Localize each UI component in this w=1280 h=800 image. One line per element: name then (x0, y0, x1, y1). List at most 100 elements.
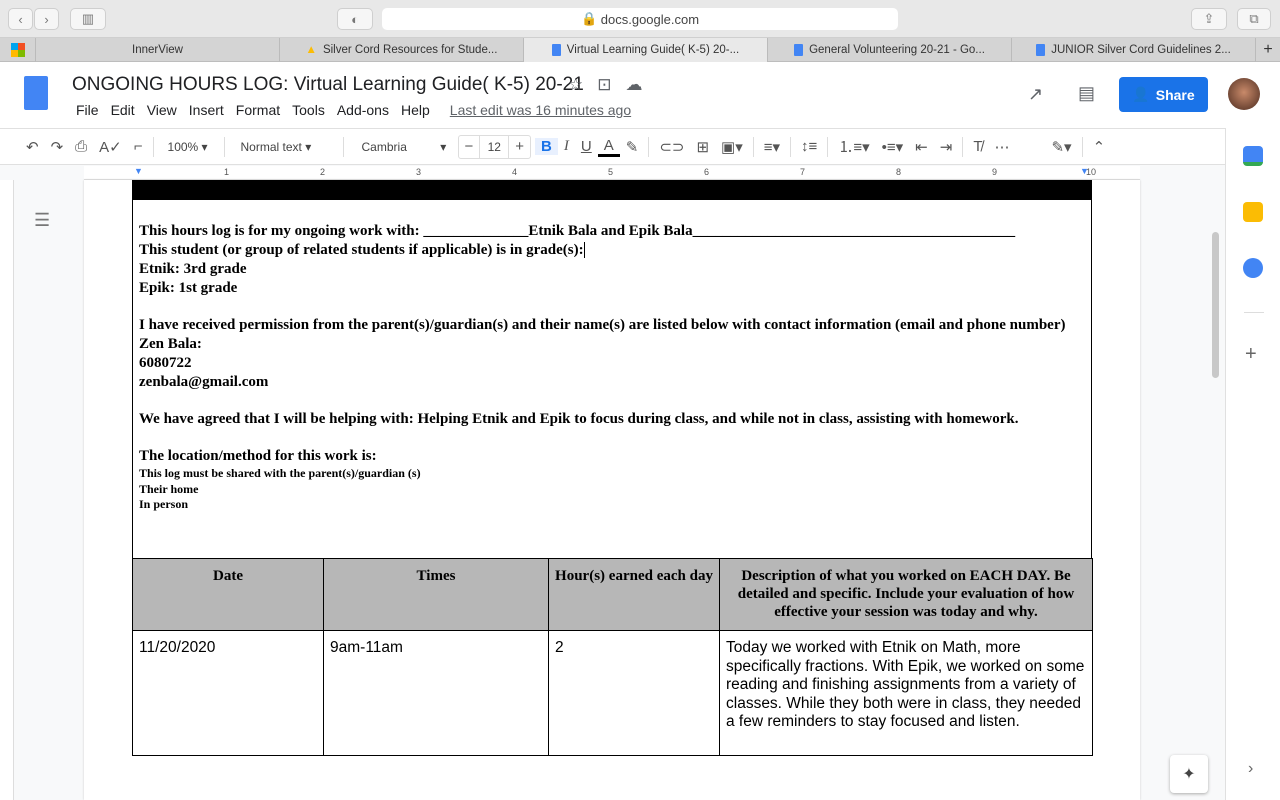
explore-button[interactable]: ✦ (1170, 755, 1208, 793)
menu-help[interactable]: Help (395, 102, 436, 118)
share-sheet-icon[interactable]: ⇪ (1191, 8, 1227, 30)
menu-file[interactable]: File (70, 102, 105, 118)
paint-format-icon[interactable]: ⌐ (128, 138, 149, 155)
add-comment-icon[interactable]: ⊞ (690, 138, 715, 156)
url-text: docs.google.com (600, 11, 700, 27)
menu-addons[interactable]: Add-ons (331, 102, 395, 118)
document-body[interactable]: This hours log is for my ongoing work wi… (139, 222, 1079, 513)
collapse-menus-icon[interactable]: ⌃ (1087, 138, 1112, 156)
last-edit-link[interactable]: Last edit was 16 minutes ago (444, 102, 637, 118)
calendar-icon[interactable] (1243, 146, 1263, 166)
increase-font-size-button[interactable]: + (509, 138, 530, 155)
spellcheck-icon[interactable]: A✓ (93, 138, 128, 156)
parent-name: Zen Bala: (139, 336, 202, 352)
cell-description[interactable]: Today we worked with Etnik on Math, more… (719, 630, 1093, 756)
document-outline-icon[interactable]: ☰ (34, 210, 50, 231)
tasks-icon[interactable] (1243, 258, 1263, 278)
menu-insert[interactable]: Insert (183, 102, 230, 118)
text-color-button[interactable]: A (597, 137, 620, 157)
cell-times[interactable]: 9am-11am (323, 630, 549, 756)
student-grade: Epik: 1st grade (139, 280, 238, 296)
tab-innerview[interactable]: InnerView (36, 38, 280, 62)
tabs-overview-icon[interactable]: ⧉ (1237, 8, 1271, 30)
undo-icon[interactable]: ↶ (20, 138, 45, 156)
font-size-input[interactable]: 12 (479, 135, 510, 158)
menu-format[interactable]: Format (230, 102, 286, 118)
document-title[interactable]: ONGOING HOURS LOG: Virtual Learning Guid… (72, 74, 584, 96)
tab-junior-silver-cord[interactable]: JUNIOR Silver Cord Guidelines 2... (1012, 38, 1256, 62)
cell-hours[interactable]: 2 (548, 630, 720, 756)
back-button[interactable]: ‹ (8, 8, 33, 30)
increase-indent-icon[interactable]: ⇥ (934, 138, 959, 156)
hours-log-table: Date Times Hour(s) earned each day Descr… (132, 558, 1093, 756)
header-description: Description of what you worked on EACH D… (719, 558, 1093, 631)
clear-formatting-icon[interactable]: T̸ (967, 138, 988, 155)
apps-grid-icon[interactable] (0, 38, 36, 62)
table-row: 11/20/2020 9am-11am 2 Today we worked wi… (132, 630, 1093, 756)
align-icon[interactable]: ≡▾ (758, 138, 786, 156)
formatting-toolbar: ↶ ↷ ⎙ A✓ ⌐ 100% ▾ Normal text ▾ Cambria … (0, 128, 1225, 165)
sidebar-toggle-icon[interactable]: ▥ (70, 8, 106, 30)
student-grade: Etnik: 3rd grade (139, 261, 247, 277)
numbered-list-icon[interactable]: ⒈≡▾ (832, 136, 875, 157)
header-times: Times (323, 558, 549, 631)
cloud-saved-icon[interactable]: ☁ (626, 75, 643, 95)
left-indent-marker[interactable]: ▼ (134, 166, 143, 176)
google-docs-logo[interactable] (24, 76, 48, 110)
editing-mode-icon[interactable]: ✎▾ (1045, 138, 1077, 156)
style-select[interactable]: Normal text ▾ (229, 140, 339, 154)
highlight-icon[interactable]: ✎ (620, 138, 645, 156)
browser-toolbar: ‹ › ▥ ◐ 🔒 docs.google.com ⇪ ⧉ (0, 0, 1280, 38)
bulleted-list-icon[interactable]: •≡▾ (876, 138, 910, 156)
menu-edit[interactable]: Edit (105, 102, 141, 118)
avatar[interactable] (1228, 78, 1260, 110)
header-black-bar (132, 180, 1092, 200)
docs-icon (794, 44, 804, 56)
share-button[interactable]: 👤 Share (1119, 77, 1208, 112)
parent-email: zenbala@gmail.com (139, 374, 269, 390)
move-folder-icon[interactable]: ⊡ (597, 75, 611, 95)
drive-icon: ▲ (305, 44, 317, 56)
underline-button[interactable]: U (575, 138, 598, 155)
ongoing-work-line: This hours log is for my ongoing work wi… (139, 223, 1016, 239)
keep-icon[interactable] (1243, 202, 1263, 222)
cell-date[interactable]: 11/20/2020 (132, 630, 324, 756)
tab-virtual-learning-guide[interactable]: Virtual Learning Guide( K-5) 20-... (524, 38, 768, 62)
header-date: Date (132, 558, 324, 631)
vertical-ruler[interactable] (0, 180, 14, 800)
location-value: Their home (139, 481, 199, 496)
tab-silver-cord-resources[interactable]: ▲ Silver Cord Resources for Stude... (280, 38, 524, 62)
parent-phone: 6080722 (139, 355, 192, 371)
decrease-indent-icon[interactable]: ⇤ (909, 138, 934, 156)
font-select[interactable]: Cambria ▾ (348, 140, 458, 154)
tab-general-volunteering[interactable]: General Volunteering 20-21 - Go... (768, 38, 1012, 62)
lock-icon: 🔒 (580, 11, 601, 26)
link-icon[interactable]: ⊂⊃ (653, 138, 690, 156)
address-bar[interactable]: 🔒 docs.google.com (382, 8, 898, 30)
horizontal-ruler[interactable]: ▼ 1 2 3 4 5 6 7 8 9 10 ▼ (84, 166, 1140, 180)
more-icon[interactable]: ⋯ (988, 138, 1015, 156)
new-tab-button[interactable]: + (1256, 38, 1280, 62)
location-heading: The location/method for this work is: (139, 448, 377, 464)
print-icon[interactable]: ⎙ (69, 138, 93, 155)
star-icon[interactable]: ☆ (568, 75, 583, 95)
decrease-font-size-button[interactable]: − (459, 138, 480, 155)
activity-trend-icon[interactable]: ↗ (1028, 84, 1043, 105)
grade-line: This student (or group of related studen… (139, 242, 584, 258)
right-indent-marker[interactable]: ▼ (1080, 166, 1089, 176)
docs-icon (1036, 44, 1046, 56)
zoom-select[interactable]: 100% ▾ (158, 140, 220, 154)
italic-button[interactable]: I (558, 138, 575, 155)
line-spacing-icon[interactable]: ↕≡ (795, 138, 823, 155)
add-addon-icon[interactable]: + (1245, 343, 1257, 366)
insert-image-icon[interactable]: ▣▾ (715, 138, 749, 156)
menu-tools[interactable]: Tools (286, 102, 331, 118)
privacy-shield-icon[interactable]: ◐ (337, 8, 373, 30)
scrollbar[interactable] (1212, 232, 1219, 378)
expand-panel-icon[interactable]: › (1248, 760, 1253, 778)
menu-view[interactable]: View (141, 102, 183, 118)
forward-button[interactable]: › (34, 8, 59, 30)
redo-icon[interactable]: ↷ (45, 138, 70, 156)
bold-button[interactable]: B (535, 138, 558, 155)
comments-icon[interactable]: ▤ (1078, 83, 1095, 104)
